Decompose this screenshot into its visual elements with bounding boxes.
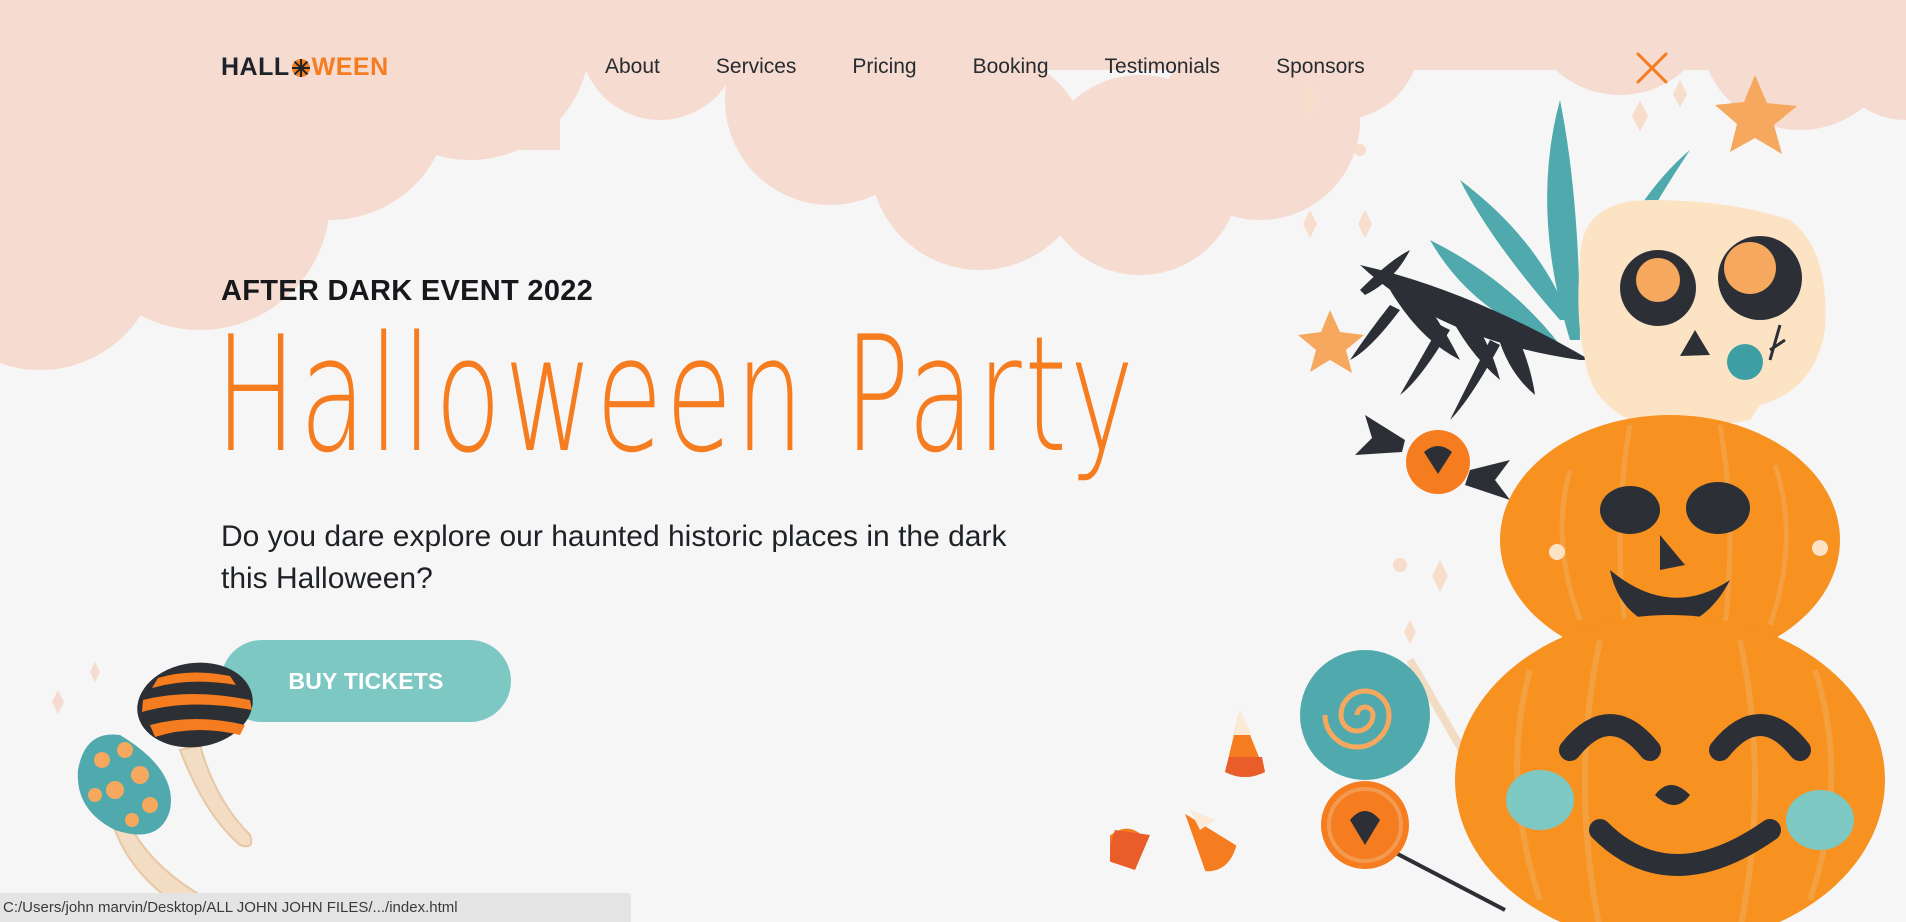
main-nav: About Services Pricing Booking Testimoni… bbox=[605, 52, 1365, 82]
lollipop-icon bbox=[1321, 781, 1506, 912]
buy-tickets-button[interactable]: BUY TICKETS bbox=[221, 640, 511, 722]
candy-corn-icon bbox=[1185, 810, 1237, 872]
halloween-illustration bbox=[1110, 75, 1885, 922]
site-logo[interactable]: HALL WEEN bbox=[221, 52, 389, 82]
candy-corn-icon bbox=[1225, 710, 1265, 777]
nav-pricing[interactable]: Pricing bbox=[852, 52, 916, 82]
logo-text-prefix: HALL bbox=[221, 53, 290, 81]
pumpkin-logo-icon bbox=[291, 59, 310, 77]
nav-about[interactable]: About bbox=[605, 52, 660, 82]
jack-o-lantern-icon bbox=[1455, 615, 1885, 922]
star-icon bbox=[1298, 310, 1364, 373]
skull-icon bbox=[1578, 200, 1826, 428]
nav-sponsors[interactable]: Sponsors bbox=[1276, 52, 1365, 82]
star-icon bbox=[1715, 75, 1797, 154]
hero-title: Halloween Party bbox=[215, 301, 1137, 488]
nav-booking[interactable]: Booking bbox=[973, 52, 1049, 82]
leaf-icon bbox=[1350, 250, 1590, 420]
logo-text-suffix: WEEN bbox=[311, 53, 389, 81]
nav-services[interactable]: Services bbox=[716, 52, 797, 82]
page: HALL WEEN About Services Pricing Booking… bbox=[0, 0, 1906, 922]
lollipop-icon bbox=[1300, 650, 1466, 780]
status-bar-url: C:/Users/john marvin/Desktop/ALL JOHN JO… bbox=[0, 893, 631, 922]
candy-icon bbox=[1355, 415, 1510, 500]
leaf-icon bbox=[1430, 100, 1690, 345]
jack-o-lantern-icon bbox=[1500, 415, 1840, 665]
hero-description: Do you dare explore our haunted historic… bbox=[221, 520, 1007, 595]
close-x-icon[interactable] bbox=[1636, 52, 1668, 84]
candy-corn-icon bbox=[1110, 828, 1150, 870]
nav-testimonials[interactable]: Testimonials bbox=[1105, 52, 1221, 82]
